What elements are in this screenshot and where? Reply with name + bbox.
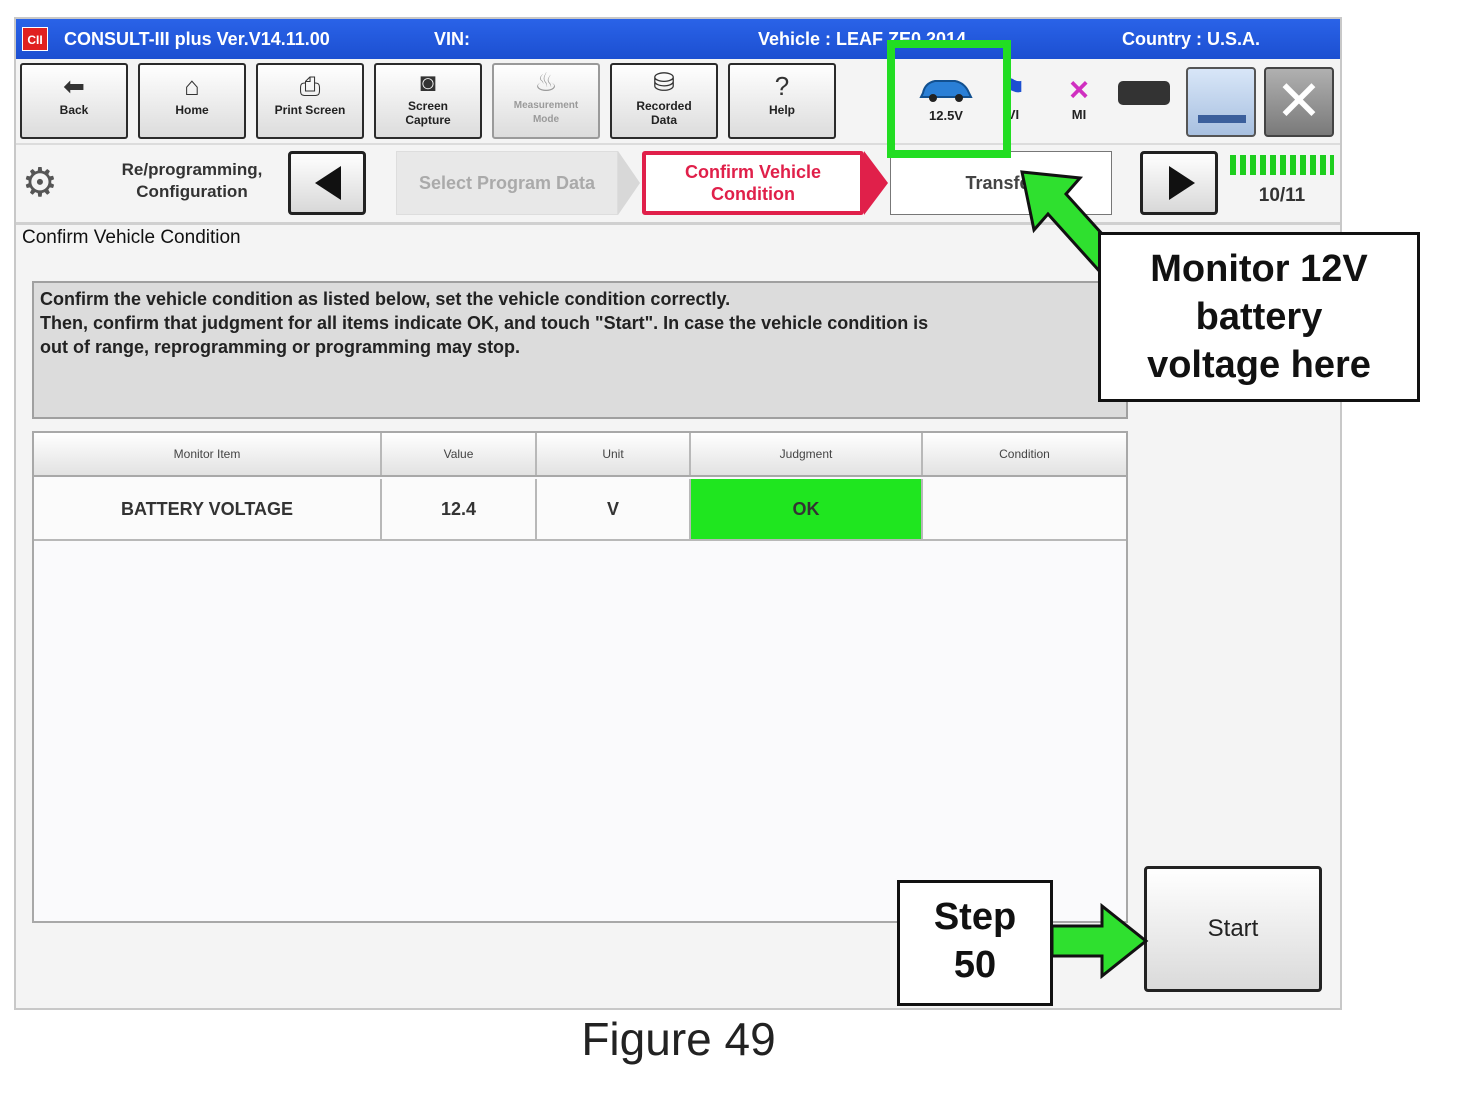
progress-count: 10/11	[1258, 185, 1306, 206]
condition-cell	[923, 479, 1126, 539]
table-header: Monitor Item Value Unit Judgment Conditi…	[34, 433, 1126, 477]
voltage-highlight-box	[887, 40, 1011, 158]
start-button[interactable]: Start	[1144, 866, 1322, 992]
triangle-right-icon	[1169, 166, 1195, 200]
consult-window: CII CONSULT-III plus Ver.V14.11.00 VIN: …	[14, 17, 1342, 1010]
home-button[interactable]: ⌂ Home	[138, 63, 246, 139]
app-version: CONSULT-III plus Ver.V14.11.00	[64, 29, 330, 49]
value-cell: 12.4	[382, 479, 537, 539]
section-label: Re/programming, Configuration	[121, 160, 263, 201]
step-navigation-bar: ⚙ Re/programming, Configuration Select P…	[16, 147, 1340, 225]
monitor-table: Monitor Item Value Unit Judgment Conditi…	[32, 431, 1128, 923]
column-header: Judgment	[691, 433, 923, 475]
minimize-icon	[1198, 115, 1246, 123]
help-icon: ?	[774, 71, 790, 101]
next-step-button[interactable]	[1140, 151, 1218, 215]
device-status-icon	[1118, 81, 1170, 105]
judgment-cell: OK	[691, 479, 923, 539]
column-header: Monitor Item	[34, 433, 382, 475]
country-label: Country : U.S.A.	[1122, 29, 1260, 49]
progress-bar	[1230, 155, 1334, 175]
screen-capture-button[interactable]: ◙ Screen Capture	[374, 63, 482, 139]
document-figure: CII CONSULT-III plus Ver.V14.11.00 VIN: …	[0, 0, 1457, 1093]
column-header: Unit	[537, 433, 691, 475]
app-logo-icon: CII	[22, 27, 48, 51]
print-screen-button[interactable]: ⎙ Print Screen	[256, 63, 364, 139]
toolbar: ⬅ Back ⌂ Home ⎙ Print Screen ◙ Screen Ca…	[16, 59, 1340, 145]
recorded-data-button[interactable]: ⛁ Recorded Data	[610, 63, 718, 139]
page-title: Confirm Vehicle Condition	[22, 227, 241, 248]
table-row: BATTERY VOLTAGE 12.4 V OK	[34, 479, 1126, 541]
mi-indicator: × MI	[1054, 73, 1104, 122]
unit-cell: V	[537, 479, 691, 539]
instruction-message: Confirm the vehicle condition as listed …	[32, 281, 1128, 419]
monitor-item-cell: BATTERY VOLTAGE	[34, 479, 382, 539]
recorded-data-icon: ⛁	[653, 67, 675, 97]
previous-step-button[interactable]	[288, 151, 366, 215]
close-button[interactable]: ✕	[1264, 67, 1334, 137]
reprogramming-icon: ⚙	[22, 161, 58, 205]
help-button[interactable]: ? Help	[728, 63, 836, 139]
step-arrow-icon	[1050, 902, 1149, 980]
back-arrow-icon: ⬅	[63, 71, 85, 101]
back-button[interactable]: ⬅ Back	[20, 63, 128, 139]
figure-caption: Figure 49	[581, 1013, 776, 1065]
column-header: Condition	[999, 447, 1050, 461]
measurement-mode-button[interactable]: ♨ Measurement Mode	[492, 63, 600, 139]
step-callout: Step 50	[897, 880, 1053, 1006]
step-confirm-vehicle-condition: Confirm Vehicle Condition	[642, 151, 864, 215]
triangle-left-icon	[315, 166, 341, 200]
monitor-voltage-callout: Monitor 12V battery voltage here	[1098, 232, 1420, 402]
current-step-arrow	[864, 151, 888, 215]
step-separator-arrow	[618, 151, 640, 215]
column-header: Value	[382, 433, 537, 475]
mi-disconnected-icon: ×	[1069, 71, 1089, 109]
home-icon: ⌂	[184, 71, 200, 101]
close-icon: ✕	[1275, 69, 1323, 132]
vin-label: VIN:	[434, 29, 470, 49]
minimize-button[interactable]	[1186, 67, 1256, 137]
step-select-program-data: Select Program Data	[396, 151, 618, 215]
measurement-icon: ♨	[534, 67, 558, 97]
title-bar: CII CONSULT-III plus Ver.V14.11.00 VIN: …	[16, 19, 1340, 59]
camera-icon: ◙	[420, 67, 436, 97]
printer-icon: ⎙	[299, 71, 321, 101]
